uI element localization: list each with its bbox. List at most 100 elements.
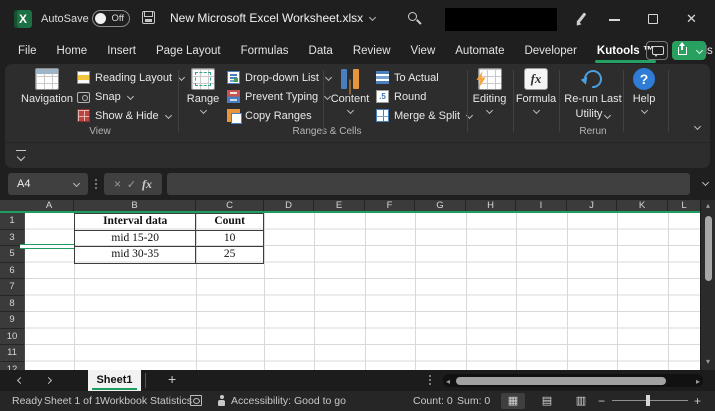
row-header-8[interactable]: 8 — [0, 296, 24, 313]
dropdown-list-button[interactable]: Drop-down List — [227, 70, 331, 85]
column-header-f[interactable]: F — [365, 200, 415, 211]
column-header-a[interactable]: A — [25, 200, 74, 211]
horizontal-scroll-thumb[interactable] — [456, 377, 666, 385]
cell-c5[interactable]: 25 — [196, 247, 264, 264]
zoom-slider-track[interactable] — [612, 400, 688, 401]
sheet-tab-sheet1[interactable]: Sheet1 — [88, 370, 141, 391]
close-button[interactable]: ✕ — [686, 11, 697, 27]
previous-sheet-icon[interactable] — [17, 377, 24, 384]
autosave-toggle[interactable]: Off — [92, 10, 130, 27]
tab-insert[interactable]: Insert — [107, 45, 136, 57]
row-header-10[interactable]: 10 — [0, 329, 24, 346]
to-actual-button[interactable]: To Actual — [376, 70, 439, 85]
help-button[interactable]: ? Help — [623, 68, 665, 126]
workbook-statistics-button[interactable]: Workbook Statistics — [100, 395, 192, 407]
ink-pen-icon[interactable] — [574, 12, 588, 26]
scroll-right-icon[interactable]: ▸ — [696, 377, 700, 386]
accessibility-status[interactable]: Accessibility: Good to go — [231, 395, 346, 407]
cancel-icon[interactable]: × — [114, 177, 121, 191]
content-button[interactable]: Content — [325, 68, 375, 126]
row-header-1[interactable]: 1 — [0, 213, 24, 230]
save-icon[interactable] — [142, 11, 155, 24]
tab-developer[interactable]: Developer — [524, 45, 576, 57]
page-layout-view-button[interactable]: ▤ — [535, 393, 559, 409]
drag-handle-icon[interactable] — [429, 375, 431, 377]
show-hide-button[interactable]: Show & Hide — [77, 108, 171, 123]
editing-button[interactable]: Editing — [467, 68, 512, 126]
drag-handle-icon[interactable] — [95, 179, 97, 181]
page-break-view-button[interactable]: ▥ — [569, 393, 593, 409]
rerun-arrow-icon — [580, 66, 605, 91]
scroll-up-icon[interactable]: ▴ — [701, 201, 715, 210]
zoom-in-button[interactable]: + — [694, 394, 701, 408]
maximize-button[interactable] — [648, 14, 658, 24]
tab-page-layout[interactable]: Page Layout — [156, 45, 221, 57]
formula-input[interactable] — [167, 173, 690, 195]
column-header-g[interactable]: G — [415, 200, 466, 211]
navigation-button[interactable]: Navigation — [18, 68, 76, 126]
new-sheet-button[interactable]: + — [168, 371, 176, 387]
vertical-scroll-thumb[interactable] — [705, 216, 712, 281]
macro-record-icon[interactable] — [190, 395, 202, 406]
name-box[interactable]: A4 — [8, 173, 88, 195]
snap-button[interactable]: Snap — [77, 89, 133, 104]
vertical-scrollbar[interactable]: ▴ ▾ — [700, 200, 715, 370]
insert-function-icon[interactable]: fx — [142, 177, 152, 192]
excel-app-icon[interactable]: X — [14, 10, 32, 28]
row-header-11[interactable]: 11 — [0, 345, 24, 362]
document-title[interactable]: New Microsoft Excel Worksheet.xlsx — [170, 11, 375, 25]
expand-formula-bar-icon[interactable] — [702, 179, 709, 186]
row-header-12[interactable]: 12 — [0, 362, 24, 371]
cell-b3[interactable]: mid 15-20 — [75, 231, 196, 248]
zoom-slider-thumb[interactable] — [646, 395, 650, 406]
ribbon-options-chevron-icon[interactable] — [16, 150, 26, 159]
tab-automate[interactable]: Automate — [455, 45, 504, 57]
formula-button[interactable]: fx Formula — [513, 68, 559, 126]
tab-data[interactable]: Data — [309, 45, 333, 57]
row-header-9[interactable]: 9 — [0, 312, 24, 329]
column-header-e[interactable]: E — [314, 200, 365, 211]
merge-split-button[interactable]: Merge & Split — [376, 108, 472, 123]
horizontal-scrollbar[interactable]: ◂ ▸ — [443, 374, 703, 387]
column-header-h[interactable]: H — [466, 200, 516, 211]
next-sheet-icon[interactable] — [45, 377, 52, 384]
cell-c3[interactable]: 10 — [196, 231, 264, 248]
column-header-i[interactable]: I — [516, 200, 567, 211]
comments-button[interactable] — [646, 41, 668, 60]
prevent-typing-button[interactable]: Prevent Typing — [227, 89, 330, 104]
reading-layout-button[interactable]: Reading Layout — [77, 70, 184, 85]
autosave-label: AutoSave — [41, 13, 89, 25]
column-header-j[interactable]: J — [567, 200, 617, 211]
cells-area[interactable]: Interval data Count mid 15-20 10 mid 30-… — [25, 213, 700, 370]
tab-formulas[interactable]: Formulas — [241, 45, 289, 57]
rerun-last-utility-button[interactable]: Re-run Last Utility — [560, 68, 626, 126]
row-header-6[interactable]: 6 — [0, 263, 24, 280]
normal-view-button[interactable]: ▦ — [501, 393, 525, 409]
column-header-b[interactable]: B — [74, 200, 196, 211]
column-header-k[interactable]: K — [617, 200, 668, 211]
collapse-ribbon-icon[interactable] — [694, 123, 701, 130]
range-button[interactable]: Range — [180, 68, 226, 126]
tab-file[interactable]: File — [18, 45, 37, 57]
scroll-down-icon[interactable]: ▾ — [701, 357, 715, 366]
scroll-left-icon[interactable]: ◂ — [446, 377, 450, 386]
cell-b1[interactable]: Interval data — [75, 214, 196, 231]
search-icon[interactable] — [408, 12, 417, 21]
cell-c1[interactable]: Count — [196, 214, 264, 231]
cell-b5[interactable]: mid 30-35 — [75, 247, 196, 264]
column-header-d[interactable]: D — [264, 200, 314, 211]
column-header-l[interactable]: L — [668, 200, 700, 211]
minimize-button[interactable] — [609, 19, 620, 21]
enter-icon[interactable]: ✓ — [127, 178, 136, 191]
column-header-c[interactable]: C — [196, 200, 264, 211]
round-button[interactable]: .5 Round — [376, 89, 426, 104]
tab-view[interactable]: View — [411, 45, 436, 57]
copy-ranges-button[interactable]: Copy Ranges — [227, 108, 312, 123]
show-hide-icon — [77, 109, 90, 122]
gridline — [668, 213, 669, 370]
row-header-7[interactable]: 7 — [0, 279, 24, 296]
share-button[interactable] — [672, 41, 706, 60]
tab-review[interactable]: Review — [353, 45, 391, 57]
tab-home[interactable]: Home — [57, 45, 88, 57]
zoom-out-button[interactable]: − — [598, 394, 605, 408]
